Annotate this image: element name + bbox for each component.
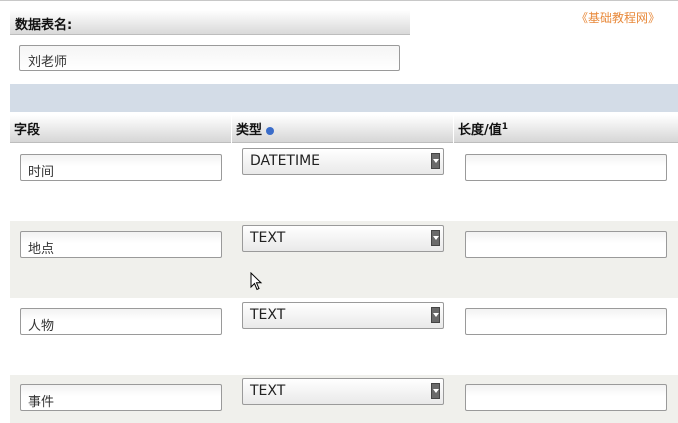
column-header-length: 长度/值1 [454, 115, 678, 143]
table-name-label: 数据表名: [15, 18, 73, 33]
type-select[interactable]: DATETIME [242, 148, 444, 175]
type-select-value: TEXT [250, 307, 286, 323]
chevron-down-icon[interactable] [431, 383, 440, 399]
type-select-value: DATETIME [250, 153, 321, 169]
chevron-down-icon[interactable] [431, 307, 440, 323]
length-value-input[interactable] [465, 231, 667, 258]
chevron-down-icon[interactable] [431, 153, 440, 169]
site-watermark: 《基础教程网》 [575, 11, 660, 25]
type-select[interactable]: TEXT [242, 378, 444, 405]
column-header-type: 类型 [232, 115, 453, 143]
top-divider [0, 0, 678, 1]
section-band [10, 84, 678, 112]
table-name-input[interactable]: 刘老师 [19, 45, 400, 71]
type-select-value: TEXT [250, 230, 286, 246]
type-select-value: TEXT [250, 383, 286, 399]
field-name-input[interactable]: 时间 [20, 154, 222, 181]
length-value-input[interactable] [465, 308, 667, 335]
help-icon[interactable] [266, 127, 275, 135]
chevron-down-icon[interactable] [431, 230, 440, 246]
mouse-pointer-icon [250, 272, 263, 291]
column-header-field: 字段 [10, 115, 231, 143]
length-value-input[interactable] [465, 384, 667, 411]
field-name-input[interactable]: 事件 [20, 384, 222, 411]
column-header-length-label: 长度/值 [458, 123, 502, 138]
type-select[interactable]: TEXT [242, 302, 444, 329]
field-name-input[interactable]: 人物 [20, 308, 222, 335]
type-select[interactable]: TEXT [242, 225, 444, 252]
table-name-header: 数据表名: [10, 10, 410, 35]
field-name-input[interactable]: 地点 [20, 231, 222, 258]
column-header-field-label: 字段 [14, 123, 41, 138]
column-header-type-label: 类型 [236, 123, 263, 138]
footnote-marker: 1 [501, 122, 509, 132]
length-value-input[interactable] [465, 154, 667, 181]
